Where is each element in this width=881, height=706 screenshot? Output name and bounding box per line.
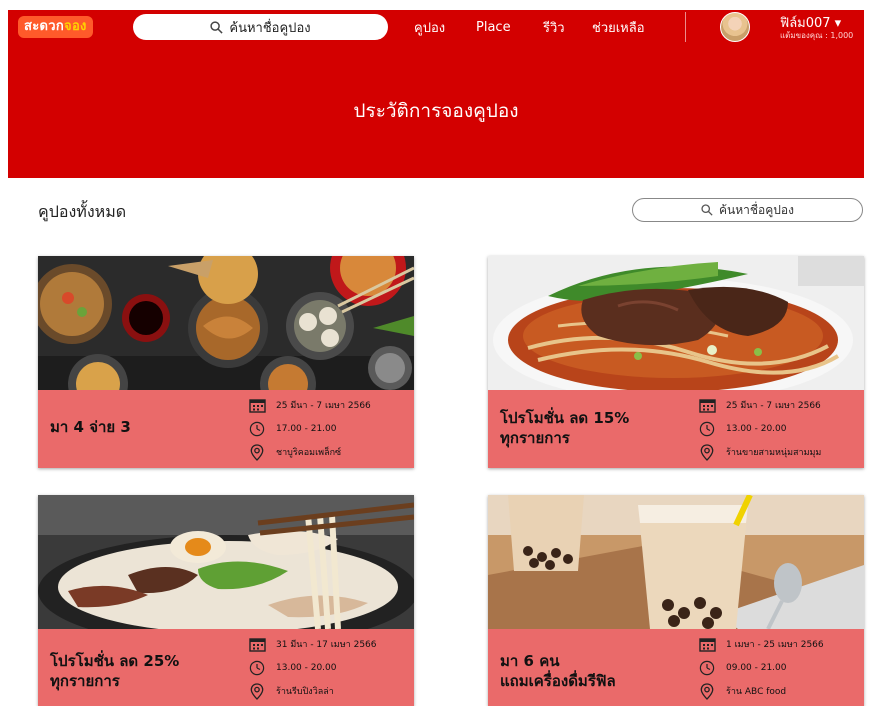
page-banner: ประวัติการจองคูปอง <box>8 44 864 178</box>
coupon-date-row: 1 เมษา - 25 เมษา 2566 <box>698 636 824 652</box>
coupon-place-row: ชาบูริคอมเพล็กซ์ <box>248 443 342 461</box>
header-search-input[interactable]: ค้นหาชื่อคูปอง <box>133 14 388 40</box>
coupon-title: โปรโมชั่น ลด 15% ทุกรายการ <box>500 408 629 448</box>
coupon-image-beef-noodle <box>488 256 864 390</box>
user-points: แต้มของคุณ : 1,000 <box>780 31 854 40</box>
coupon-date-row: 31 มีนา - 17 เมษา 2566 <box>248 636 377 652</box>
coupon-image-ramen <box>38 495 414 629</box>
location-pin-icon <box>698 682 716 700</box>
coupon-date: 1 เมษา - 25 เมษา 2566 <box>726 640 824 650</box>
coupon-date: 31 มีนา - 17 เมษา 2566 <box>276 640 377 650</box>
coupon-place: ร้านรีบปิงวิลล่า <box>276 687 334 697</box>
coupon-place: ร้านขายสามหนุ่มสามมุม <box>726 448 822 458</box>
coupon-time: 09.00 - 21.00 <box>726 663 787 673</box>
calendar-icon <box>248 636 266 652</box>
page-title: ประวัติการจองคูปอง <box>353 100 519 122</box>
coupon-search-input[interactable]: ค้นหาชื่อคูปอง <box>632 198 863 222</box>
coupon-title-line: โปรโมชั่น ลด 15% <box>500 409 630 427</box>
coupon-time: 17.00 - 21.00 <box>276 424 337 434</box>
coupon-card[interactable]: โปรโมชั่น ลด 25% ทุกรายการ 31 มีนา - 17 … <box>38 495 414 706</box>
coupon-place: ชาบูริคอมเพล็กซ์ <box>276 448 342 458</box>
nav-place[interactable]: Place <box>476 10 511 44</box>
coupon-date: 25 มีนา - 7 เมษา 2566 <box>276 401 371 411</box>
nav-divider <box>685 12 686 42</box>
calendar-icon <box>248 397 266 413</box>
coupon-place: ร้าน ABC food <box>726 687 787 697</box>
coupon-time: 13.00 - 20.00 <box>726 424 787 434</box>
coupon-place-row: ร้านรีบปิงวิลล่า <box>248 682 334 700</box>
coupon-card[interactable]: มา 6 คน แถมเครื่องดื่มรีฟิล 1 เมษา - 25 … <box>488 495 864 706</box>
coupon-place-row: ร้าน ABC food <box>698 682 787 700</box>
coupon-info: โปรโมชั่น ลด 25% ทุกรายการ 31 มีนา - 17 … <box>38 629 414 706</box>
coupon-date-row: 25 มีนา - 7 เมษา 2566 <box>698 397 821 413</box>
coupon-title: โปรโมชั่น ลด 25% ทุกรายการ <box>50 651 179 691</box>
coupon-info: มา 6 คน แถมเครื่องดื่มรีฟิล 1 เมษา - 25 … <box>488 629 864 706</box>
top-navigation-bar: สะดวกจอง ค้นหาชื่อคูปอง คูปอง Place รีวิ… <box>8 10 864 44</box>
coupon-title-line: ทุกรายการ <box>50 672 120 690</box>
coupon-card[interactable]: มา 4 จ่าย 3 25 มีนา - 7 เมษา 2566 17.00 … <box>38 256 414 468</box>
search-icon <box>210 20 224 34</box>
logo[interactable]: สะดวกจอง <box>18 16 93 38</box>
clock-icon <box>698 660 716 676</box>
coupon-image-asian-food <box>38 256 414 390</box>
nav-coupon[interactable]: คูปอง <box>414 10 445 44</box>
location-pin-icon <box>248 443 266 461</box>
coupon-time-row: 17.00 - 21.00 <box>248 421 337 437</box>
clock-icon <box>698 421 716 437</box>
coupon-info: มา 4 จ่าย 3 25 มีนา - 7 เมษา 2566 17.00 … <box>38 390 414 468</box>
coupon-time-row: 13.00 - 20.00 <box>248 660 337 676</box>
section-title: คูปองทั้งหมด <box>38 202 127 221</box>
calendar-icon <box>698 636 716 652</box>
coupon-image-bubble-tea <box>488 495 864 629</box>
calendar-icon <box>698 397 716 413</box>
coupon-time-row: 09.00 - 21.00 <box>698 660 787 676</box>
header-search-placeholder: ค้นหาชื่อคูปอง <box>229 20 311 36</box>
coupon-search-placeholder: ค้นหาชื่อคูปอง <box>719 202 794 217</box>
location-pin-icon <box>698 443 716 461</box>
nav-review[interactable]: รีวิว <box>543 10 565 44</box>
search-icon <box>701 204 713 216</box>
coupon-title: มา 6 คน แถมเครื่องดื่มรีฟิล <box>500 651 616 691</box>
coupon-date: 25 มีนา - 7 เมษา 2566 <box>726 401 821 411</box>
coupon-info: โปรโมชั่น ลด 15% ทุกรายการ 25 มีนา - 7 เ… <box>488 390 864 468</box>
coupon-place-row: ร้านขายสามหนุ่มสามมุม <box>698 443 822 461</box>
coupon-title-line: แถมเครื่องดื่มรีฟิล <box>500 672 616 690</box>
coupon-title-line: มา 4 จ่าย 3 <box>50 418 131 436</box>
avatar[interactable] <box>720 12 750 42</box>
coupon-date-row: 25 มีนา - 7 เมษา 2566 <box>248 397 371 413</box>
coupon-card[interactable]: โปรโมชั่น ลด 15% ทุกรายการ 25 มีนา - 7 เ… <box>488 256 864 468</box>
coupon-title: มา 4 จ่าย 3 <box>50 417 131 437</box>
clock-icon <box>248 660 266 676</box>
clock-icon <box>248 421 266 437</box>
coupon-title-line: โปรโมชั่น ลด 25% <box>50 652 180 670</box>
coupon-title-line: มา 6 คน <box>500 652 560 670</box>
logo-text-part2: จอง <box>64 19 87 34</box>
coupon-time: 13.00 - 20.00 <box>276 663 337 673</box>
coupon-title-line: ทุกรายการ <box>500 429 570 447</box>
nav-help[interactable]: ช่วยเหลือ <box>592 10 645 44</box>
logo-text-part1: สะดวก <box>24 19 65 34</box>
coupon-time-row: 13.00 - 20.00 <box>698 421 787 437</box>
location-pin-icon <box>248 682 266 700</box>
